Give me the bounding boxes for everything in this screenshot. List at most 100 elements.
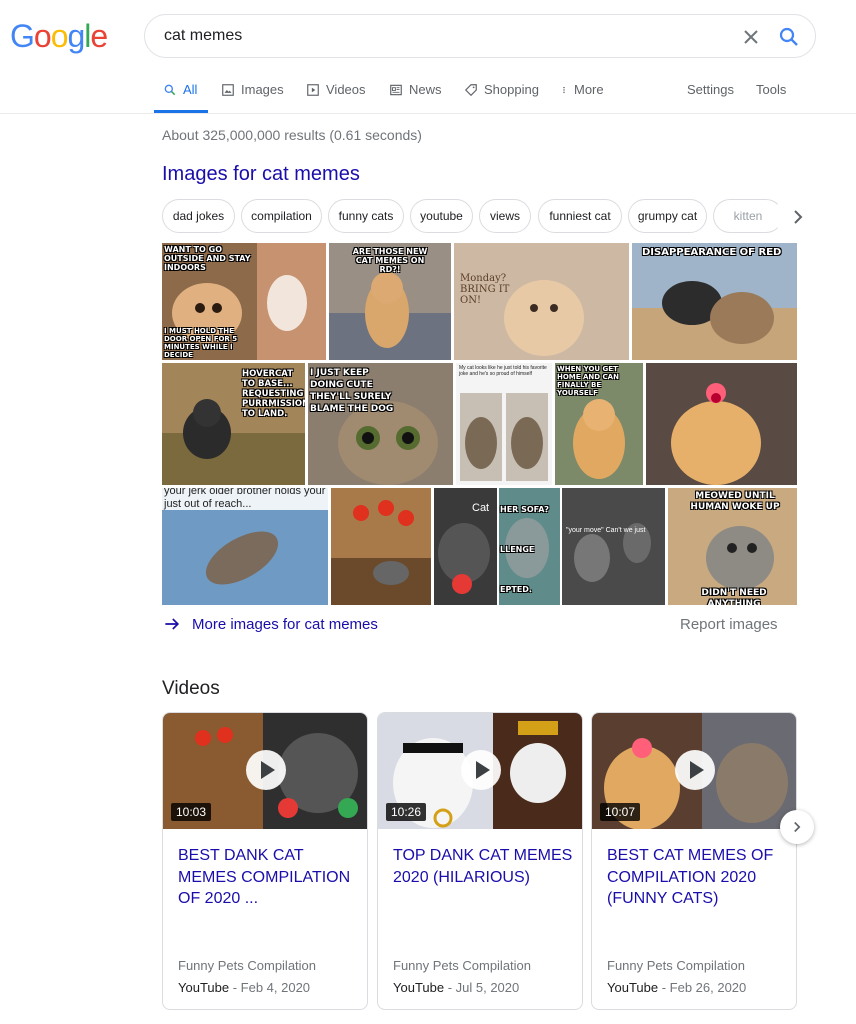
meme-caption: WHEN YOU GET HOME AND CAN FINALLY BE YOU… [557,365,619,397]
tab-images[interactable]: Images [221,82,284,97]
image-result[interactable]: HOVERCAT TO BASE... REQUESTING PURRMISSI… [162,363,305,485]
image-result[interactable]: WHEN YOU GET HOME AND CAN FINALLY BE YOU… [555,363,643,485]
report-images-link[interactable]: Report images [680,616,778,633]
video-thumbnail: 10:03 [163,713,367,829]
search-icon[interactable] [777,25,801,49]
video-meta: YouTube - Jul 5, 2020 [393,980,519,995]
chip[interactable]: compilation [241,199,322,233]
meme-caption: HOVERCAT TO BASE... REQUESTING PURRMISSI… [242,369,305,419]
video-date: - Jul 5, 2020 [444,980,520,995]
video-card[interactable]: 10:26 TOP DANK CAT MEMES 2020 (HILARIOUS… [377,712,583,1010]
meme-image [331,488,431,605]
image-result[interactable]: MEOWED UNTIL HUMAN WOKE UP DIDN'T NEED A… [668,488,797,605]
refinement-chips: dad jokes compilation funny cats youtube… [162,199,812,233]
meme-image [632,243,797,360]
video-duration: 10:26 [386,803,427,821]
tab-settings[interactable]: Settings [687,82,734,97]
image-result[interactable]: her sofa? LLENGE EPTED. [499,488,560,605]
meme-caption: I JUST KEEP DOING CUTE THEY'LL SURELY BL… [310,368,394,414]
search-icon [164,84,176,95]
video-source: YouTube [607,980,659,995]
tab-all[interactable]: All [163,82,197,97]
tab-news[interactable]: News [389,82,442,97]
video-duration: 10:03 [171,803,212,821]
play-icon[interactable] [461,750,501,790]
video-card[interactable]: 10:03 BEST DANK CAT MEMES COMPILATION OF… [162,712,368,1010]
more-images-link[interactable]: More images for cat memes [162,614,378,634]
video-meta: YouTube - Feb 26, 2020 [607,980,746,995]
chip[interactable]: youtube [410,199,473,233]
video-channel: Funny Pets Compilation [607,958,746,973]
video-thumbnail: 10:07 [592,713,796,829]
meme-caption: her sofa? LLENGE EPTED. [500,505,550,594]
tab-more[interactable]: More [560,82,604,97]
image-result[interactable]: "your move" Can't we just throw them off… [562,488,665,605]
tab-label: All [183,82,198,97]
videos-next-button[interactable] [780,810,814,844]
meme-caption: Cat [472,502,490,514]
video-date: - Feb 26, 2020 [658,980,747,995]
tag-icon [464,83,477,96]
image-icon [222,83,234,96]
image-result[interactable]: Cat [434,488,497,605]
video-meta: YouTube - Feb 4, 2020 [178,980,310,995]
tab-tools[interactable]: Tools [756,82,786,97]
close-icon[interactable] [739,25,763,49]
video-title[interactable]: BEST CAT MEMES OF COMPILATION 2020 (FUNN… [607,845,787,910]
video-channel: Funny Pets Compilation [393,958,532,973]
meme-image [646,363,797,485]
image-result[interactable]: My cat looks like he just told his favor… [456,363,552,485]
chip[interactable]: funniest cat [538,199,622,233]
meme-caption: DIDN'T NEED ANYTHING [701,588,767,605]
meme-caption: "your move" Can't we just throw them off… [566,527,646,534]
image-result[interactable] [331,488,431,605]
image-result[interactable]: WANT TO GO OUTSIDE AND STAY INDOORS I MU… [162,243,326,360]
meme-caption: MEOWED UNTIL HUMAN WOKE UP [690,491,780,512]
video-source: YouTube [393,980,445,995]
video-icon [307,83,319,96]
play-icon[interactable] [675,750,715,790]
video-thumbnail: 10:26 [378,713,582,829]
result-stats: About 325,000,000 results (0.61 seconds) [162,127,422,143]
tab-label: News [409,82,442,97]
play-icon[interactable] [246,750,286,790]
logo-letter: G [10,18,35,54]
search-tabs: All Images Videos News Shopping More Set… [0,70,856,114]
search-box[interactable]: cat memes [144,14,816,58]
image-result[interactable]: your jerk older brother holds your just … [162,488,328,605]
chip[interactable]: kitten [713,199,783,233]
chip[interactable]: funny cats [328,199,404,233]
images-heading[interactable]: Images for cat memes [162,163,360,186]
more-images-label: More images for cat memes [192,615,378,633]
image-result[interactable]: ARE THOSE NEW CAT MEMES ON RD?! [329,243,451,360]
tab-videos[interactable]: Videos [306,82,366,97]
search-input[interactable]: cat memes [164,27,242,45]
video-card[interactable]: 10:07 BEST CAT MEMES OF COMPILATION 2020… [591,712,797,1010]
video-source: YouTube [178,980,230,995]
chip[interactable]: grumpy cat [628,199,707,233]
video-title[interactable]: TOP DANK CAT MEMES 2020 (HILARIOUS) [393,845,573,888]
tab-shopping[interactable]: Shopping [464,82,539,97]
chevron-right-icon[interactable] [786,205,810,229]
newspaper-icon [390,84,402,95]
image-result[interactable] [646,363,797,485]
video-title[interactable]: BEST DANK CAT MEMES COMPILATION OF 2020 … [178,845,358,910]
tab-label: Settings [687,82,734,97]
meme-caption: your jerk older brother holds your just … [164,488,326,510]
chip[interactable]: views [479,199,531,233]
image-result[interactable]: I JUST KEEP DOING CUTE THEY'LL SURELY BL… [308,363,453,485]
video-date: - Feb 4, 2020 [229,980,311,995]
google-logo[interactable]: Google [10,18,108,55]
image-result[interactable]: DISAPPEARANCE OF RED [632,243,797,360]
active-tab-indicator [154,110,208,113]
tab-label: More [574,82,604,97]
chevron-right-icon [794,821,801,833]
image-result[interactable]: Monday? BRING IT ON! [454,243,629,360]
chip[interactable]: dad jokes [162,199,235,233]
tab-label: Tools [756,82,787,97]
logo-letter: g [67,18,85,54]
meme-caption: My cat looks like he just told his favor… [459,365,547,377]
video-duration: 10:07 [600,803,641,821]
tab-label: Images [241,82,284,97]
tab-label: Shopping [484,82,539,97]
